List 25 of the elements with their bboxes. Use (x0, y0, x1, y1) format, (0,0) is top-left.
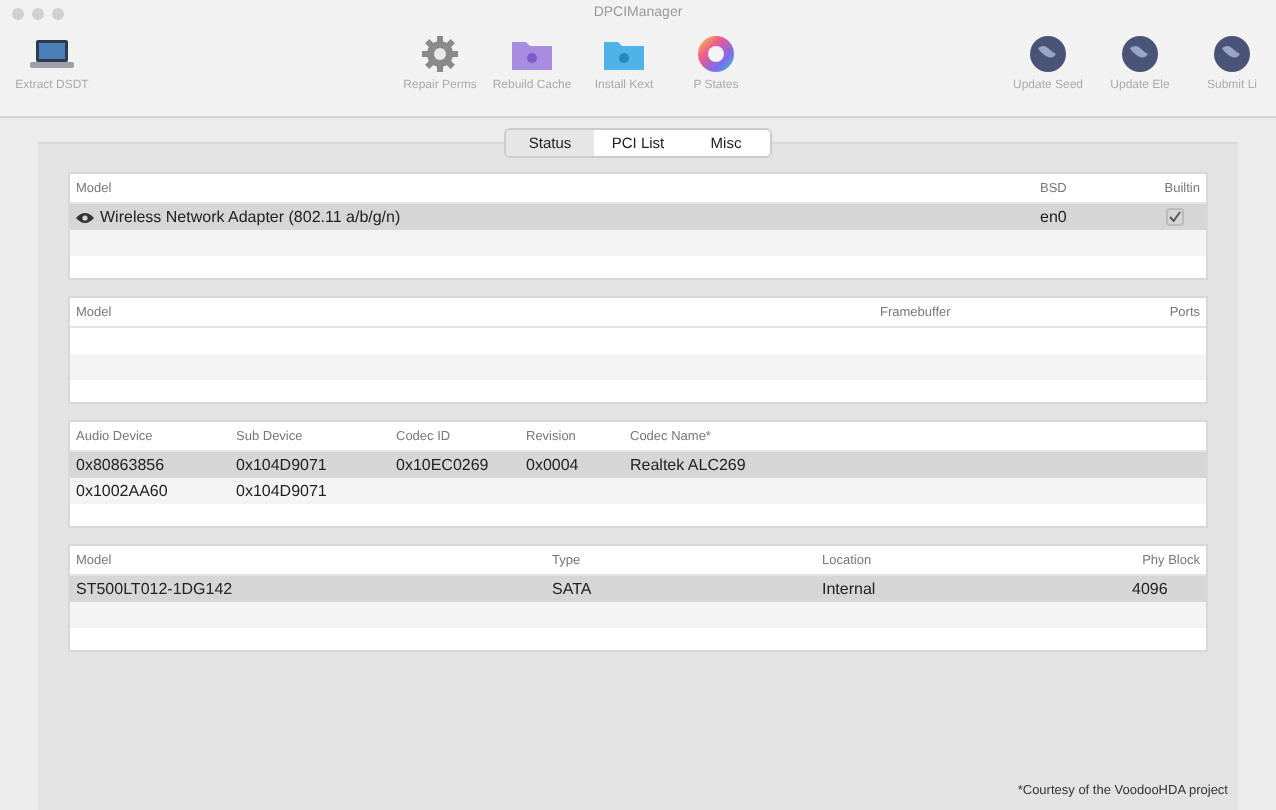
table-cell-text: 0x10EC0269 (396, 456, 491, 474)
table-row[interactable]: 0x80863856 0x104D9071 0x10EC0269 0x0004 Realtek ALC269 (70, 452, 1206, 478)
table-cell-text: 0x0004 (526, 456, 581, 474)
color-wheel-icon (696, 34, 736, 74)
table-cell-text: 0x80863856 (76, 456, 167, 474)
checkbox[interactable] (1166, 208, 1184, 226)
table-cell-text: 0x104D9071 (236, 456, 329, 474)
table-cell-text: Realtek ALC269 (630, 456, 748, 474)
table-row[interactable]: ST500LT012-1DG142 SATA Internal 4096 (70, 576, 1206, 602)
table-cell-text: 0x104D9071 (236, 482, 329, 500)
table-row[interactable]: 0x1002AA60 0x104D9071 (70, 478, 1206, 504)
gear-icon (420, 34, 460, 74)
globe-icon (1120, 34, 1160, 74)
table-cell-text: ST500LT012-1DG142 (76, 580, 235, 598)
table-cell: Wireless Network Adapter (802.11 a/b/g/n) (100, 208, 401, 226)
table-cell-text: en0 (1040, 208, 1069, 226)
table-cell-text: 0x1002AA60 (76, 482, 170, 500)
laptop-icon (30, 34, 74, 74)
table-cell-text: SATA (552, 580, 594, 598)
table-row[interactable]: Wireless Network Adapter (802.11 a/b/g/n) en0 (70, 204, 1206, 230)
globe-icon (1212, 34, 1252, 74)
table-cell-text: 4096 (1132, 580, 1170, 598)
eye-icon (76, 211, 94, 223)
globe-icon (1028, 34, 1068, 74)
table-cell-text: Internal (822, 580, 878, 598)
